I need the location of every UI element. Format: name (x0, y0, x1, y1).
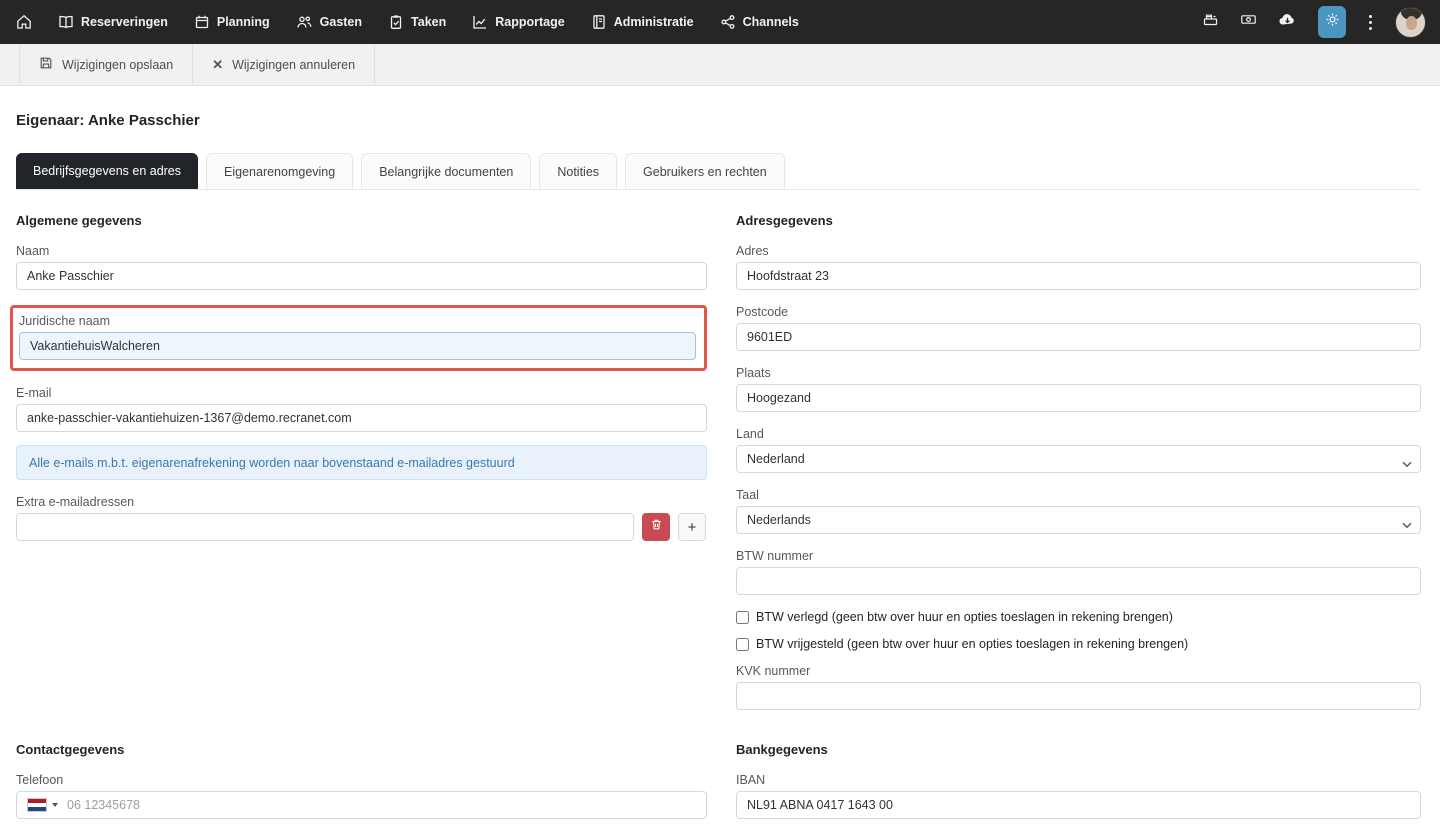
chart-line-icon (472, 14, 488, 30)
btw-verlegd-checkbox[interactable] (736, 611, 749, 624)
cash-register-button[interactable] (1202, 11, 1219, 33)
book-open-icon (58, 14, 74, 30)
btw-nummer-input[interactable] (736, 567, 1421, 595)
section-adresgegevens: Adresgegevens Adres Postcode Plaats Land (736, 213, 1421, 710)
adres-input[interactable] (736, 262, 1421, 290)
telefoon-label: Telefoon (16, 773, 707, 787)
adres-label: Adres (736, 244, 1421, 258)
nav-item-label: Gasten (320, 15, 362, 29)
save-changes-label: Wijzigingen opslaan (62, 58, 173, 72)
naam-label: Naam (16, 244, 707, 258)
cash-register-icon (1202, 11, 1219, 33)
plaats-input[interactable] (736, 384, 1421, 412)
nav-item-administratie[interactable]: Administratie (591, 14, 694, 30)
tab-bar: Bedrijfsgegevens en adres Eigenarenomgev… (16, 153, 1421, 190)
nav-item-rapportage[interactable]: Rapportage (472, 14, 564, 30)
section-bankgegevens: Bankgegevens IBAN (736, 742, 1421, 819)
home-button[interactable] (16, 14, 32, 30)
nav-item-label: Taken (411, 15, 446, 29)
banknote-button[interactable] (1240, 11, 1257, 33)
share-nodes-icon (720, 14, 736, 30)
nav-item-planning[interactable]: Planning (194, 14, 270, 30)
settings-button[interactable] (1318, 6, 1346, 38)
postcode-input[interactable] (736, 323, 1421, 351)
journal-icon (591, 14, 607, 30)
users-icon (296, 14, 313, 30)
add-extra-email-button[interactable]: + (678, 513, 706, 541)
postcode-label: Postcode (736, 305, 1421, 319)
plaats-label: Plaats (736, 366, 1421, 380)
tab-gebruikers-en-rechten[interactable]: Gebruikers en rechten (625, 153, 785, 189)
calendar-icon (194, 14, 210, 30)
telefoon-input[interactable] (67, 792, 696, 818)
email-info-alert: Alle e-mails m.b.t. eigenarenafrekening … (16, 445, 707, 480)
save-changes-button[interactable]: Wijzigingen opslaan (20, 44, 193, 85)
nav-item-gasten[interactable]: Gasten (296, 14, 362, 30)
section-heading: Contactgegevens (16, 742, 707, 757)
naam-input[interactable] (16, 262, 707, 290)
clipboard-check-icon (388, 14, 404, 30)
iban-label: IBAN (736, 773, 1421, 787)
juridische-naam-input[interactable] (19, 332, 696, 360)
save-icon (39, 56, 53, 73)
action-bar-spacer (0, 44, 20, 85)
extra-email-input[interactable] (16, 513, 634, 541)
nav-item-label: Channels (743, 15, 799, 29)
delete-extra-email-button[interactable] (642, 513, 670, 541)
section-heading: Algemene gegevens (16, 213, 707, 228)
email-input[interactable] (16, 404, 707, 432)
plus-icon: + (688, 519, 697, 536)
user-avatar[interactable] (1395, 7, 1426, 38)
trash-icon (650, 518, 663, 536)
land-select[interactable] (736, 445, 1421, 473)
section-heading: Bankgegevens (736, 742, 1421, 757)
section-contactgegevens: Contactgegevens Telefoon (16, 742, 707, 819)
kvk-nummer-input[interactable] (736, 682, 1421, 710)
nav-item-label: Reserveringen (81, 15, 168, 29)
nav-item-channels[interactable]: Channels (720, 14, 799, 30)
cloud-download-button[interactable] (1278, 11, 1297, 33)
more-menu-button[interactable] (1367, 13, 1374, 32)
top-navigation: Reserveringen Planning Gasten Taken Rapp… (0, 0, 1440, 44)
banknote-icon (1240, 11, 1257, 33)
btw-nummer-label: BTW nummer (736, 549, 1421, 563)
home-icon (16, 14, 32, 30)
kvk-nummer-label: KVK nummer (736, 664, 1421, 678)
page-title: Eigenaar: Anke Passchier (16, 112, 1421, 129)
btw-verlegd-label: BTW verlegd (geen btw over huur en optie… (756, 610, 1173, 624)
nav-item-label: Administratie (614, 15, 694, 29)
tab-eigenarenomgeving[interactable]: Eigenarenomgeving (206, 153, 353, 189)
flag-dropdown-caret-icon[interactable] (52, 803, 58, 807)
annotation-highlight-box: Juridische naam (10, 305, 707, 371)
action-bar: Wijzigingen opslaan ✕ Wijzigingen annule… (0, 44, 1440, 86)
netherlands-flag-icon[interactable] (27, 798, 47, 812)
btw-vrijgesteld-checkbox[interactable] (736, 638, 749, 651)
telefoon-input-wrapper (16, 791, 707, 819)
tab-belangrijke-documenten[interactable]: Belangrijke documenten (361, 153, 531, 189)
juridische-naam-label: Juridische naam (19, 314, 696, 328)
taal-select[interactable] (736, 506, 1421, 534)
gear-icon (1325, 12, 1340, 32)
nav-item-reserveringen[interactable]: Reserveringen (58, 14, 168, 30)
section-algemene-gegevens: Algemene gegevens Naam Juridische naam E… (16, 213, 707, 710)
cancel-changes-label: Wijzigingen annuleren (232, 58, 355, 72)
close-icon: ✕ (212, 57, 223, 73)
cloud-download-icon (1278, 11, 1297, 33)
land-label: Land (736, 427, 1421, 441)
taal-label: Taal (736, 488, 1421, 502)
cancel-changes-button[interactable]: ✕ Wijzigingen annuleren (193, 44, 375, 85)
tab-bedrijfsgegevens-en-adres[interactable]: Bedrijfsgegevens en adres (16, 153, 198, 189)
email-label: E-mail (16, 386, 707, 400)
iban-input[interactable] (736, 791, 1421, 819)
btw-vrijgesteld-label: BTW vrijgesteld (geen btw over huur en o… (756, 637, 1188, 651)
nav-item-label: Rapportage (495, 15, 564, 29)
nav-item-taken[interactable]: Taken (388, 14, 446, 30)
extra-email-label: Extra e-mailadressen (16, 495, 707, 509)
tab-notities[interactable]: Notities (539, 153, 617, 189)
section-heading: Adresgegevens (736, 213, 1421, 228)
nav-item-label: Planning (217, 15, 270, 29)
